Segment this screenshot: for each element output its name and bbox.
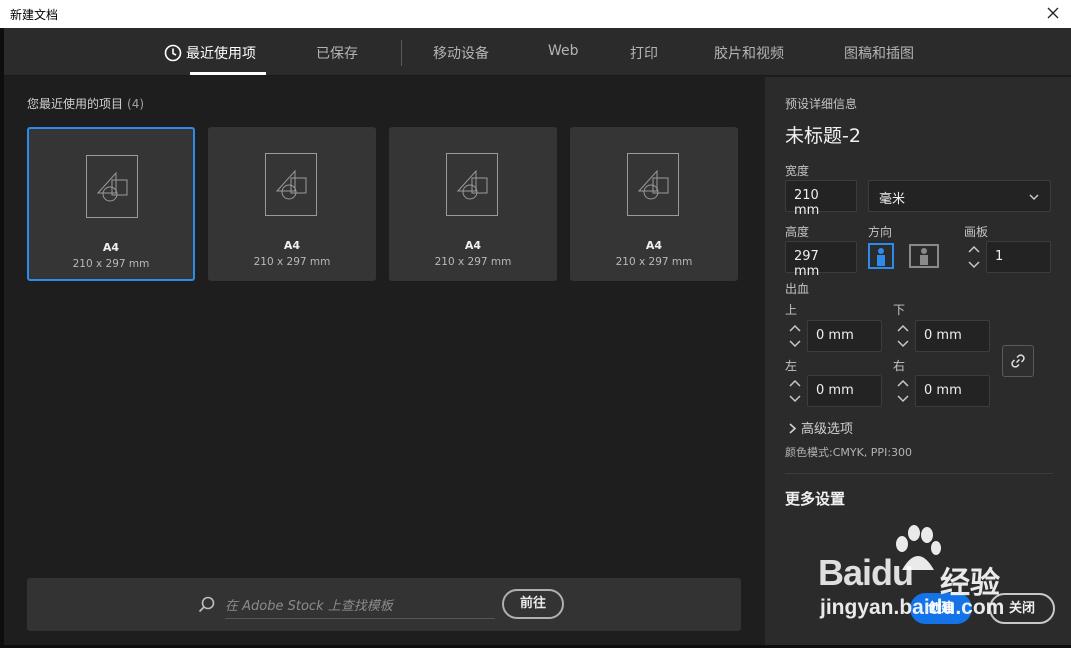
preset-size: 210 x 297 mm: [615, 256, 693, 268]
preset-size: 210 x 297 mm: [253, 256, 331, 268]
document-name-field[interactable]: 未标题-2: [785, 121, 861, 148]
preset-name: A4: [464, 239, 482, 252]
artboards-label: 画板: [964, 225, 989, 239]
title-bar: 新建文档: [0, 0, 1071, 28]
bleed-top-label: 上: [785, 303, 798, 317]
category-tabs: 最近使用项 已保存 移动设备 Web 打印 胶片和视频 图稿和插图: [4, 28, 1071, 76]
tab-film-video[interactable]: 胶片和视频: [714, 43, 784, 63]
document-shapes-icon: [627, 153, 679, 216]
preset-details-panel: 预设详细信息 未标题-2 宽度 210 mm 毫米 高度 297 mm 方向 画…: [765, 77, 1071, 645]
bleed-left-label: 左: [785, 359, 798, 373]
window-title: 新建文档: [10, 8, 59, 22]
divider: [785, 473, 1053, 474]
tab-mobile[interactable]: 移动设备: [433, 43, 489, 63]
more-settings-button[interactable]: 更多设置: [785, 488, 845, 509]
unit-select-value: 毫米: [879, 192, 906, 207]
tab-print[interactable]: 打印: [630, 43, 658, 63]
bleed-label: 出血: [785, 282, 810, 296]
advanced-options-toggle[interactable]: 高级选项: [787, 418, 853, 437]
bleed-top-field[interactable]: 0 mm: [807, 320, 882, 352]
recent-count: (4): [127, 97, 145, 111]
unit-select[interactable]: 毫米: [868, 180, 1051, 212]
clock-icon: [164, 44, 182, 62]
bleed-bottom-stepper-icon[interactable]: [893, 320, 913, 352]
advanced-options-label: 高级选项: [801, 422, 854, 437]
close-button[interactable]: 关闭: [989, 593, 1055, 624]
create-button[interactable]: 创建: [910, 593, 972, 624]
bleed-left-field[interactable]: 0 mm: [807, 375, 882, 407]
preset-details-title: 预设详细信息: [785, 97, 858, 111]
active-tab-indicator: [190, 72, 266, 75]
artboards-field[interactable]: 1: [986, 241, 1051, 273]
recent-header: 您最近使用的项目 (4): [27, 95, 144, 112]
height-field[interactable]: 297 mm: [785, 241, 857, 279]
tab-separator: [401, 40, 402, 66]
preset-size: 210 x 297 mm: [72, 258, 150, 270]
chevron-down-icon: [1029, 194, 1039, 201]
recent-panel: 您最近使用的项目 (4) A4 210 x 297 mm A4 210 x 297…: [4, 77, 763, 645]
document-shapes-icon: [265, 153, 317, 216]
preset-card[interactable]: A4 210 x 297 mm: [208, 127, 376, 281]
document-shapes-icon: [86, 155, 138, 218]
preset-card[interactable]: A4 210 x 297 mm: [27, 127, 195, 281]
height-label: 高度: [785, 225, 810, 239]
preset-name: A4: [283, 239, 301, 252]
close-icon[interactable]: [1043, 3, 1063, 23]
preset-card[interactable]: A4 210 x 297 mm: [389, 127, 557, 281]
width-field[interactable]: 210 mm: [785, 180, 857, 218]
search-icon: [198, 596, 215, 613]
bleed-right-label: 右: [893, 359, 906, 373]
bleed-bottom-field[interactable]: 0 mm: [915, 320, 990, 352]
bleed-right-field[interactable]: 0 mm: [915, 375, 990, 407]
preset-card[interactable]: A4 210 x 297 mm: [570, 127, 738, 281]
chevron-right-icon: [789, 423, 797, 434]
recent-header-label: 您最近使用的项目: [27, 97, 124, 111]
artboards-stepper-icon[interactable]: [964, 241, 984, 273]
document-shapes-icon: [446, 153, 498, 216]
orientation-label: 方向: [868, 225, 893, 239]
bleed-left-stepper-icon[interactable]: [785, 375, 805, 407]
link-bleed-button[interactable]: [1002, 345, 1034, 377]
stock-search-input[interactable]: 在 Adobe Stock 上查找模板: [225, 592, 495, 619]
bleed-top-stepper-icon[interactable]: [785, 320, 805, 352]
link-icon: [1011, 354, 1025, 368]
color-mode-text: 颜色模式:CMYK, PPI:300: [785, 446, 913, 459]
tab-art-illustration[interactable]: 图稿和插图: [844, 43, 914, 63]
go-button[interactable]: 前往: [502, 589, 564, 619]
preset-name: A4: [645, 239, 663, 252]
width-label: 宽度: [785, 164, 810, 178]
tab-recent[interactable]: 最近使用项: [186, 43, 256, 63]
bleed-bottom-label: 下: [893, 303, 906, 317]
landscape-orientation-icon[interactable]: [909, 243, 939, 269]
tab-saved[interactable]: 已保存: [316, 43, 358, 63]
stock-search-bar: 在 Adobe Stock 上查找模板 前往: [27, 578, 741, 631]
bleed-right-stepper-icon[interactable]: [893, 375, 913, 407]
preset-name: A4: [102, 241, 120, 254]
portrait-orientation-icon[interactable]: [868, 243, 894, 269]
tab-web[interactable]: Web: [548, 43, 579, 59]
preset-size: 210 x 297 mm: [434, 256, 512, 268]
